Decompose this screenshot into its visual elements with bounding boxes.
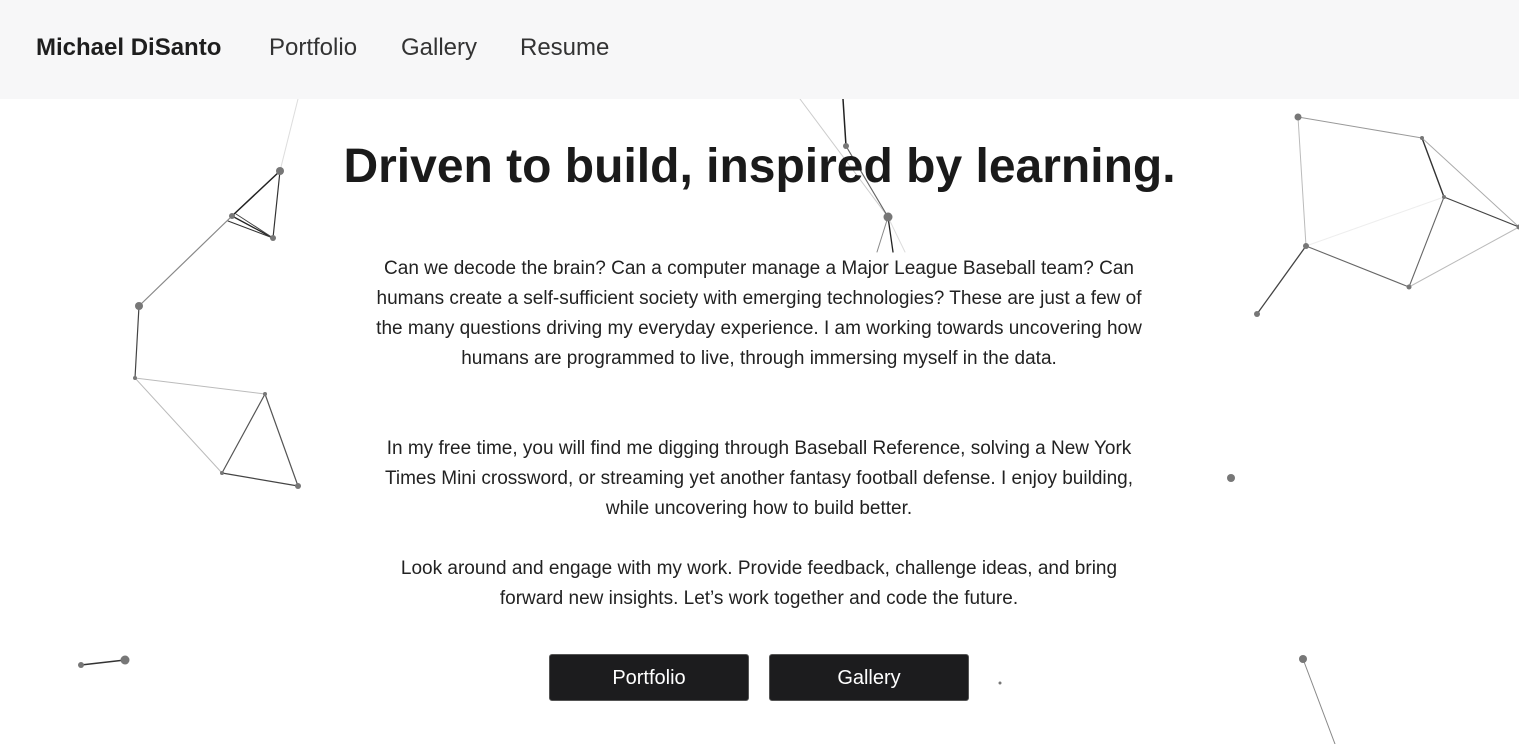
nav-portfolio-link[interactable]: Portfolio [269, 34, 357, 62]
gallery-button[interactable]: Gallery [769, 654, 969, 701]
top-navbar: Michael DiSanto Portfolio Gallery Resume [0, 0, 1519, 99]
brand-home-link[interactable]: Michael DiSanto [36, 34, 221, 62]
engage-paragraph: Look around and engage with my work. Pro… [400, 558, 1118, 609]
hero-section: Driven to build, inspired by learning. C… [0, 99, 1519, 744]
free-time-paragraph: In my free time, you will find me diggin… [384, 438, 1134, 519]
hero-headline: Driven to build, inspired by learning. [343, 140, 1176, 193]
portfolio-button[interactable]: Portfolio [549, 654, 749, 701]
nav-gallery-link[interactable]: Gallery [401, 34, 477, 62]
nav-resume-link[interactable]: Resume [520, 34, 609, 62]
intro-paragraph: Can we decode the brain? Can a computer … [376, 258, 1142, 369]
